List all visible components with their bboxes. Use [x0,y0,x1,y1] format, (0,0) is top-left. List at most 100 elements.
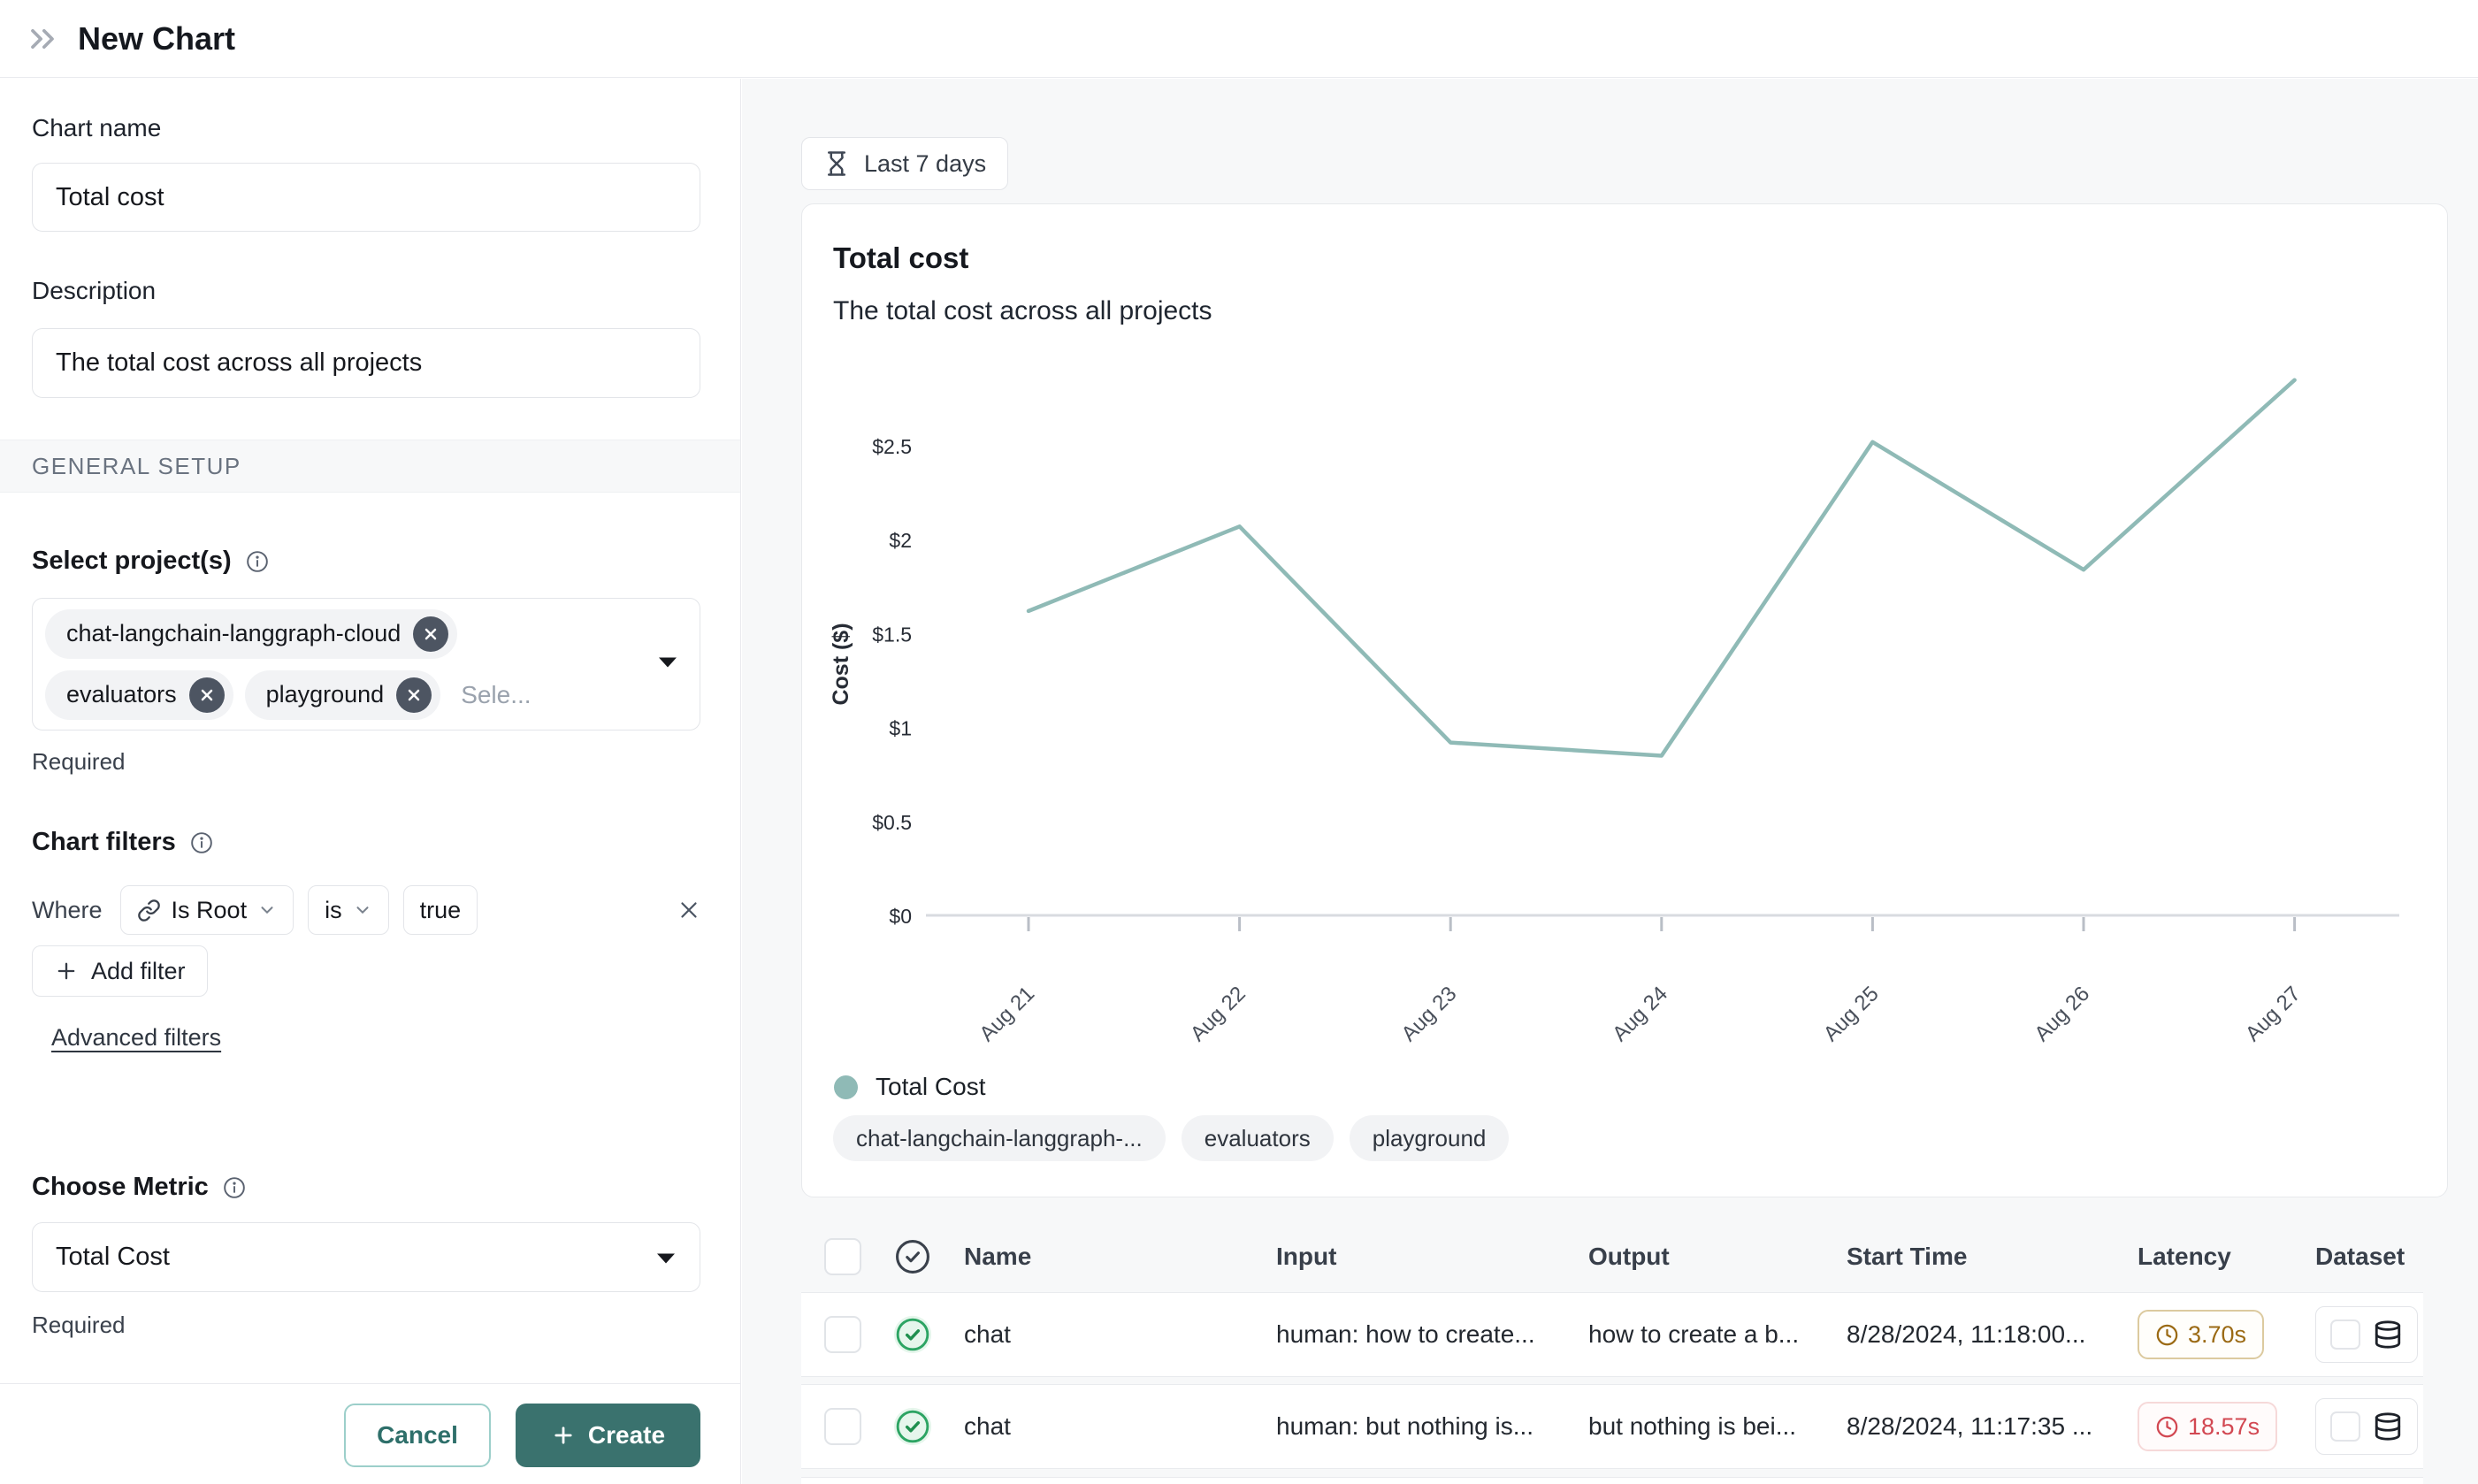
general-setup-section-header: GENERAL SETUP [0,440,740,493]
chevron-down-icon [353,900,372,920]
description-label: Description [32,277,156,305]
add-filter-button[interactable]: Add filter [32,945,208,997]
chart-preview-panel: Last 7 days Total cost The total cost ac… [742,79,2478,1484]
remove-filter-icon[interactable] [676,897,702,923]
info-icon[interactable] [223,1176,246,1199]
project-chip: playground [1350,1115,1510,1161]
dropdown-caret-icon[interactable] [657,655,678,674]
create-button[interactable]: Create [516,1404,700,1467]
column-header-dataset[interactable]: Dataset [2315,1243,2423,1271]
dataset-cell[interactable] [2315,1398,2418,1455]
form-footer: Cancel Create [0,1383,740,1484]
svg-text:Aug 22: Aug 22 [1186,982,1250,1044]
remove-tag-icon[interactable] [396,677,432,713]
clock-icon [2155,1415,2179,1439]
table-row-partial [801,1477,2423,1484]
clock-icon [2155,1323,2179,1347]
chart-project-tags: chat-langchain-langgraph-... evaluators … [833,1115,1509,1161]
filter-row: Where Is Root is true [32,885,702,935]
run-input: human: but nothing is... [1276,1412,1588,1441]
choose-metric-label: Choose Metric [32,1173,246,1202]
chevron-down-icon [257,900,277,920]
database-icon [2373,1320,2403,1350]
page-title: New Chart [78,20,235,57]
database-icon [2373,1411,2403,1442]
filter-field-button[interactable]: Is Root [120,885,294,935]
select-all-checkbox[interactable] [824,1238,861,1275]
run-name[interactable]: chat [946,1320,1276,1349]
project-chip: chat-langchain-langgraph-... [833,1115,1166,1161]
column-header-latency[interactable]: Latency [2138,1243,2315,1271]
y-axis-title: Cost ($) [829,623,853,705]
time-range-button[interactable]: Last 7 days [801,137,1008,190]
chart-preview-card: Total cost The total cost across all pro… [801,203,2448,1197]
success-status-icon [892,1314,933,1355]
column-header-name[interactable]: Name [946,1243,1276,1271]
legend-label: Total Cost [876,1073,986,1101]
svg-text:Aug 21: Aug 21 [975,982,1039,1044]
svg-text:$2: $2 [889,529,912,552]
metric-required-hint: Required [32,1312,126,1339]
svg-text:$2.5: $2.5 [872,435,912,458]
svg-text:$0: $0 [889,905,912,928]
svg-text:$1.5: $1.5 [872,623,912,646]
projects-required-hint: Required [32,748,126,776]
collapse-panel-icon[interactable] [23,19,62,58]
chart-subtitle: The total cost across all projects [833,296,1212,326]
run-input: human: how to create... [1276,1320,1588,1349]
info-icon[interactable] [246,550,269,573]
select-projects-label: Select project(s) [32,547,269,576]
runs-table-header: Name Input Output Start Time Latency Dat… [801,1230,2423,1283]
column-header-start-time[interactable]: Start Time [1847,1243,2138,1271]
run-name[interactable]: chat [946,1412,1276,1441]
top-bar: New Chart [0,0,2478,78]
project-tag: evaluators [45,670,233,720]
run-start-time: 8/28/2024, 11:17:35 ... [1847,1412,2138,1441]
cancel-button[interactable]: Cancel [344,1404,491,1467]
filter-value-button[interactable]: true [403,885,478,935]
filter-operator-button[interactable]: is [308,885,389,935]
svg-text:$1: $1 [889,717,912,740]
latency-badge: 18.57s [2138,1402,2277,1451]
table-row[interactable]: chat human: how to create... how to crea… [801,1292,2423,1377]
column-header-output[interactable]: Output [1588,1243,1847,1271]
svg-text:Aug 25: Aug 25 [1819,982,1884,1044]
svg-text:$0.5: $0.5 [872,811,912,834]
svg-text:Aug 24: Aug 24 [1608,982,1672,1044]
info-icon[interactable] [190,831,213,854]
dataset-cell[interactable] [2315,1306,2418,1363]
description-input[interactable]: The total cost across all projects [32,328,700,398]
chart-name-input[interactable]: Total cost [32,163,700,232]
chart-config-panel: Chart name Total cost Description The to… [0,79,741,1484]
project-tag: chat-langchain-langgraph-cloud [45,609,457,659]
dataset-checkbox[interactable] [2330,1320,2360,1350]
table-row[interactable]: chat human: but nothing is... but nothin… [801,1384,2423,1469]
run-output: but nothing is bei... [1588,1412,1847,1441]
row-checkbox[interactable] [824,1408,861,1445]
plus-icon [551,1423,576,1448]
chart-filters-label: Chart filters [32,828,213,857]
remove-tag-icon[interactable] [413,616,448,652]
success-status-icon [892,1406,933,1447]
run-output: how to create a b... [1588,1320,1847,1349]
column-header-input[interactable]: Input [1276,1243,1588,1271]
advanced-filters-link[interactable]: Advanced filters [51,1024,221,1052]
dataset-checkbox[interactable] [2330,1411,2360,1442]
latency-badge: 3.70s [2138,1310,2264,1359]
x-axis-ticks-and-labels: Aug 21Aug 22Aug 23Aug 24Aug 25Aug 26Aug … [975,917,2305,1044]
chart-title: Total cost [833,241,968,275]
hourglass-icon [823,150,850,177]
project-multiselect[interactable]: chat-langchain-langgraph-cloud evaluator… [32,598,700,731]
project-select-placeholder: Sele... [461,681,531,709]
svg-text:Aug 26: Aug 26 [2030,982,2094,1044]
remove-tag-icon[interactable] [189,677,225,713]
total-cost-line-series [1029,380,2295,756]
where-label: Where [32,897,103,924]
metric-select[interactable]: Total Cost [32,1222,700,1292]
row-checkbox[interactable] [824,1316,861,1353]
link-icon [137,899,161,922]
y-axis-tick-labels: $0 $0.5 $1 $1.5 $2 $2.5 [872,435,912,928]
run-start-time: 8/28/2024, 11:18:00... [1847,1320,2138,1349]
svg-text:Aug 27: Aug 27 [2241,982,2306,1044]
plus-icon [54,959,79,983]
